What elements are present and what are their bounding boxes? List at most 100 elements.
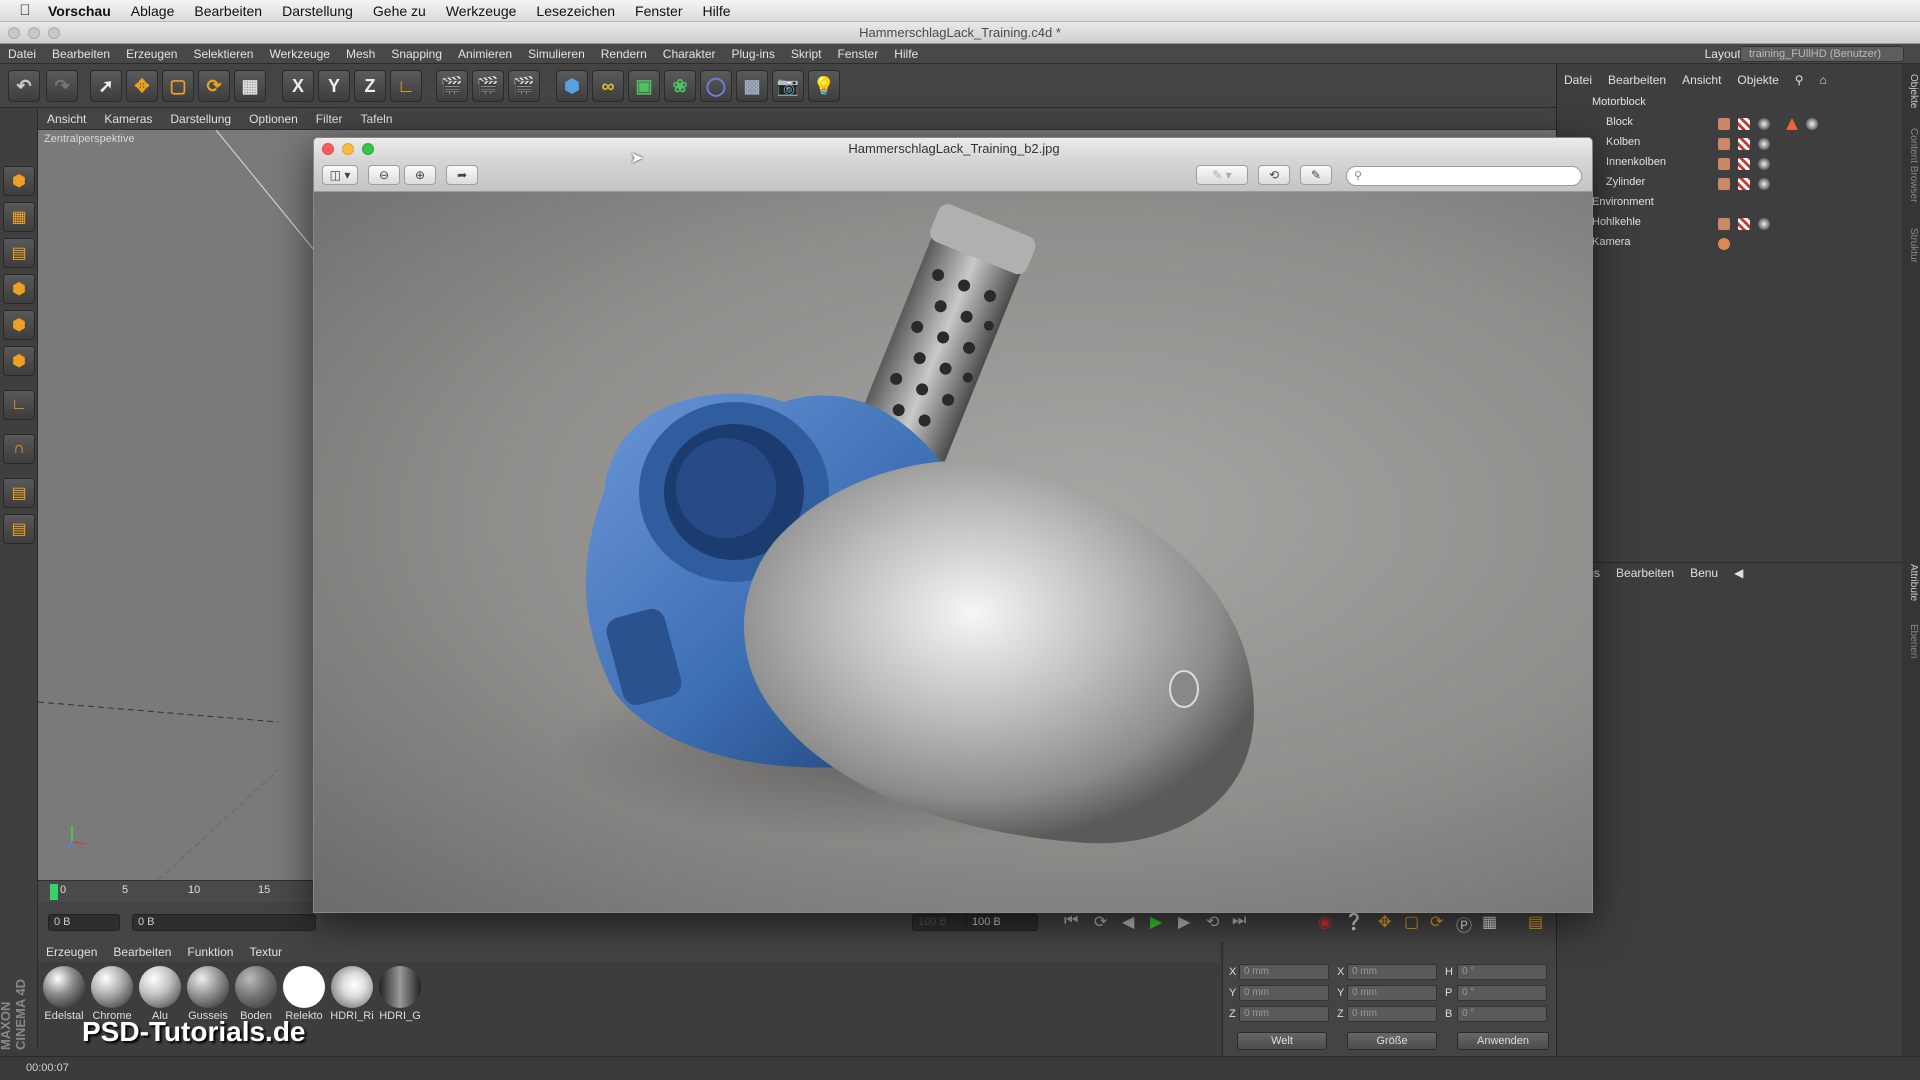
material-swatch[interactable]: Chrome [90,966,134,1022]
object-item-zylinder[interactable]: Zylinder [1606,176,1645,188]
viewport-menu-ansicht[interactable]: Ansicht [38,112,95,126]
timeline-window-icon[interactable]: ▤ [1528,912,1543,932]
material-menu-erzeugen[interactable]: Erzeugen [38,945,105,959]
material-swatch[interactable]: HDRI_G [378,966,422,1022]
material-swatch[interactable]: Relekto [282,966,326,1022]
workplane-icon[interactable]: ▤ [3,238,35,268]
rotate-button[interactable]: ⟲ [1258,165,1290,185]
coord-field[interactable]: 0 ° [1457,985,1547,1001]
floor-button[interactable]: ▩ [736,70,768,102]
c4d-menu-mesh[interactable]: Mesh [338,47,383,61]
material-swatch[interactable]: Edelstal [42,966,86,1022]
phong-tag-icon[interactable] [1718,138,1730,150]
coord-field[interactable]: 0 mm [1347,1006,1437,1022]
size-mode-select[interactable]: Größe [1347,1032,1437,1050]
preview-search-input[interactable]: ⚲ [1346,166,1582,186]
texture-tag-icon[interactable] [1738,218,1750,230]
render-picture-viewer-button[interactable]: 🎬 [472,70,504,102]
keyframe-rotation-icon[interactable]: ⟳ [1430,912,1443,932]
object-search-icon[interactable]: ⚲ [1787,73,1812,87]
preview-zoom-button[interactable] [362,143,374,155]
polygons-mode-icon[interactable]: ⬢ [3,346,35,376]
go-to-start-icon[interactable]: ⏮ [1064,912,1078,930]
material-tag-icon[interactable] [1758,218,1770,230]
menu-ablage[interactable]: Ablage [121,3,185,19]
object-item-environment[interactable]: Environment [1592,196,1654,208]
c4d-menu-simulieren[interactable]: Simulieren [520,47,593,61]
c4d-menu-charakter[interactable]: Charakter [655,47,724,61]
close-window-button[interactable] [8,27,20,39]
edit-toolbar-button[interactable]: ✎ [1300,165,1332,185]
apple-icon[interactable]:  [12,2,38,19]
c4d-menu-erzeugen[interactable]: Erzeugen [118,47,185,61]
coord-field[interactable]: 0 mm [1239,1006,1329,1022]
z-axis-button[interactable]: Z [354,70,386,102]
c4d-menu-skript[interactable]: Skript [783,47,830,61]
menu-fenster[interactable]: Fenster [625,3,692,19]
object-home-icon[interactable]: ⌂ [1812,73,1835,87]
points-mode-icon[interactable]: ⬢ [3,274,35,304]
texture-tag-icon[interactable] [1738,138,1750,150]
zoom-in-button[interactable]: ⊕ [404,165,436,185]
c4d-menu-plugins[interactable]: Plug-ins [723,47,782,61]
light-button[interactable]: 💡 [808,70,840,102]
tab-struktur[interactable]: Struktur [1903,228,1919,263]
redo-button[interactable]: ↷ [46,70,78,102]
next-frame-icon[interactable]: ▶ [1178,912,1190,932]
array-button[interactable]: ❀ [664,70,696,102]
viewport-menu-optionen[interactable]: Optionen [240,112,307,126]
rotate-tool-button[interactable]: ⟳ [198,70,230,102]
object-item-block[interactable]: Block [1606,116,1633,128]
object-item-kolben[interactable]: Kolben [1606,136,1640,148]
preview-close-button[interactable] [322,143,334,155]
select-tool-button[interactable]: ➚ [90,70,122,102]
object-item-kamera[interactable]: Kamera [1592,236,1631,248]
object-menu-datei[interactable]: Datei [1556,73,1600,87]
keyframe-scale-icon[interactable]: ▢ [1404,912,1419,932]
material-tag-icon[interactable] [1758,158,1770,170]
preview-minimize-button[interactable] [342,143,354,155]
x-axis-button[interactable]: X [282,70,314,102]
object-item-hohlkehle[interactable]: Hohlkehle [1592,216,1641,228]
tab-attribute[interactable]: Attribute [1903,564,1919,601]
go-to-end-icon[interactable]: ⏭ [1232,912,1246,930]
timeline-playhead[interactable] [50,884,58,900]
texture-tag-icon[interactable] [1738,118,1750,130]
c4d-menu-snapping[interactable]: Snapping [383,47,450,61]
render-view-button[interactable]: 🎬 [436,70,468,102]
c4d-menu-rendern[interactable]: Rendern [593,47,655,61]
texture-mode-icon[interactable]: ▦ [3,202,35,232]
tab-objekte[interactable]: Objekte [1903,74,1919,108]
material-swatch[interactable]: Boden [234,966,278,1022]
magnet-icon[interactable]: ∩ [3,434,35,464]
lock-workplane-icon[interactable]: ▤ [3,478,35,508]
texture-tag-icon[interactable] [1738,158,1750,170]
layout-select[interactable]: training_FUllHD (Benutzer) [1740,46,1904,62]
material-tag-icon[interactable] [1758,118,1770,130]
model-mode-icon[interactable]: ⬢ [3,166,35,196]
c4d-menu-selektieren[interactable]: Selektieren [185,47,261,61]
coord-field[interactable]: 0 mm [1239,985,1329,1001]
material-tag-icon[interactable] [1758,138,1770,150]
zoom-window-button[interactable] [48,27,60,39]
phong-tag-icon[interactable] [1718,158,1730,170]
coord-field[interactable]: 0 ° [1457,1006,1547,1022]
material-menu-funktion[interactable]: Funktion [179,945,241,959]
material-tag-icon[interactable] [1806,118,1818,130]
material-menu-bearbeiten[interactable]: Bearbeiten [105,945,179,959]
keyframe-param-icon[interactable]: Ⓟ [1456,912,1472,936]
current-frame-field[interactable]: 0 B [132,914,316,931]
world-mode-select[interactable]: Welt [1237,1032,1327,1050]
viewport-menu-kameras[interactable]: Kameras [95,112,161,126]
scale-tool-button[interactable]: ▢ [162,70,194,102]
render-settings-button[interactable]: 🎬 [508,70,540,102]
menu-werkzeuge[interactable]: Werkzeuge [436,3,527,19]
c4d-menu-werkzeuge[interactable]: Werkzeuge [261,47,337,61]
coord-field[interactable]: 0 mm [1347,964,1437,980]
phong-tag-icon[interactable] [1718,118,1730,130]
undo-button[interactable]: ↶ [8,70,40,102]
viewport-menu-filter[interactable]: Filter [307,112,352,126]
coord-field[interactable]: 0 mm [1347,985,1437,1001]
keyframe-position-icon[interactable]: ✥ [1378,912,1391,932]
menu-darstellung[interactable]: Darstellung [272,3,363,19]
